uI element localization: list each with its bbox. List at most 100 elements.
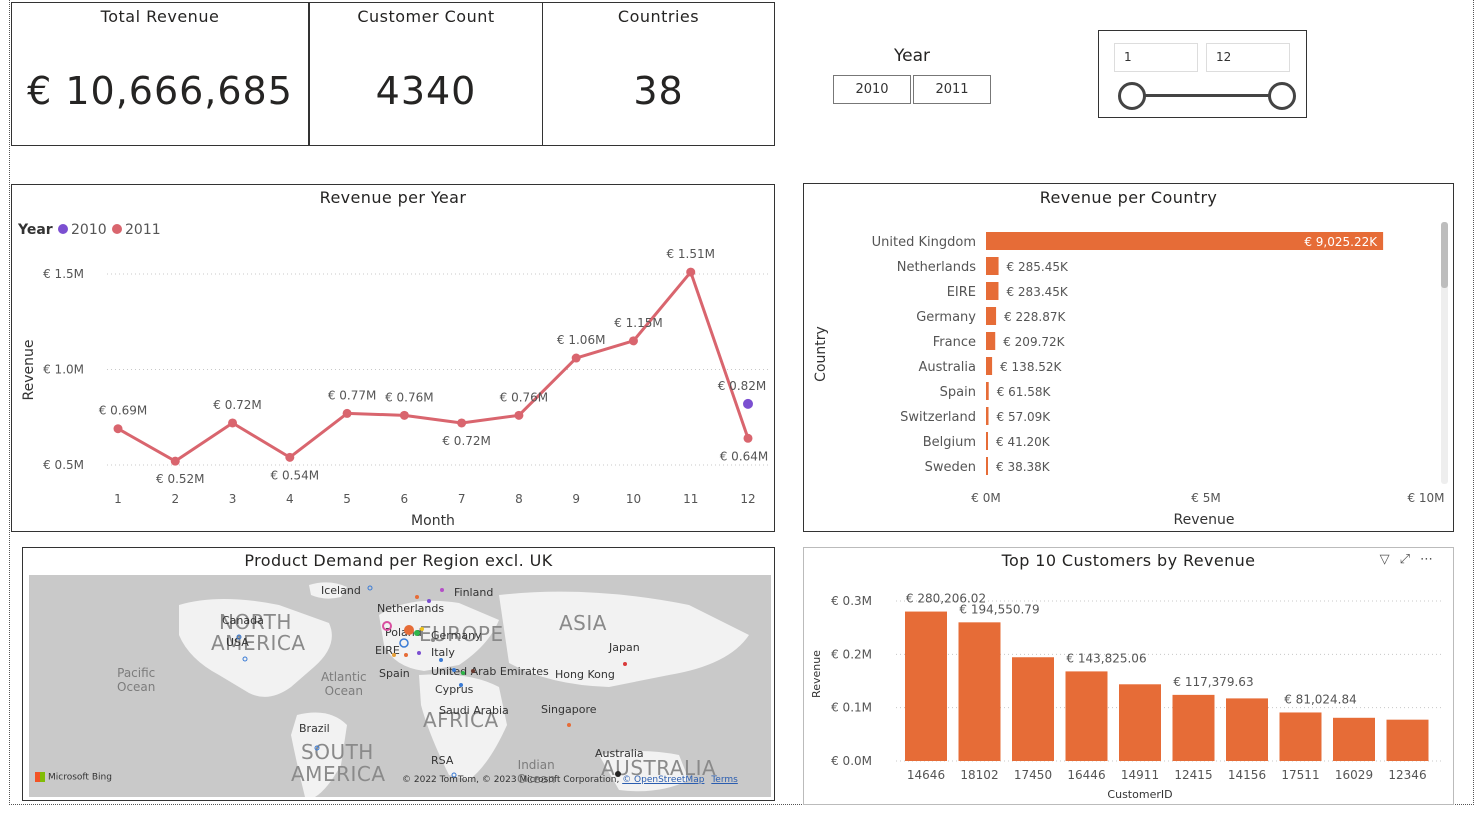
month-min-input[interactable]: 1: [1114, 43, 1198, 72]
y-axis-title: Country: [813, 326, 829, 382]
kpi-title: Total Revenue: [100, 7, 220, 26]
x-tick-label: 16446: [1067, 768, 1105, 782]
customer-bar: [1386, 719, 1429, 761]
customer-bar: [1226, 698, 1268, 761]
y-tick-label: € 1.0M: [43, 363, 84, 377]
kpi-card-total-revenue[interactable]: Total Revenue € 10,666,685: [11, 2, 309, 146]
x-tick-label: 10: [626, 492, 641, 506]
country-bar: [986, 307, 997, 325]
data-label-2011: € 0.76M: [385, 390, 434, 404]
country-bar: [986, 357, 993, 375]
x-tick-label: 4: [286, 492, 294, 506]
data-label: € 209.72K: [1003, 335, 1065, 349]
series-line-2011: [117, 270, 750, 463]
legend-marker-2011: [112, 224, 122, 234]
year-slicer-title: Year: [894, 46, 930, 66]
legend-title: Year: [17, 222, 53, 238]
x-tick-label: 12415: [1174, 768, 1212, 782]
data-label: € 41.20K: [996, 435, 1051, 449]
category-label: United Kingdom: [872, 235, 976, 250]
x-tick-label: 12: [740, 492, 755, 506]
x-axis-title: CustomerID: [1107, 788, 1172, 801]
category-label: Germany: [916, 310, 976, 325]
category-label: Switzerland: [900, 410, 976, 425]
top-customers-visual[interactable]: Top 10 Customers by Revenue ▽⤢⋯ € 0.0M € …: [803, 547, 1454, 805]
category-label: Spain: [940, 385, 976, 400]
kpi-title: Countries: [617, 7, 700, 26]
data-point-2011: [399, 410, 409, 420]
map-credit-text: © 2022 TomTom, © 2023 Microsoft Corporat…: [402, 775, 620, 785]
x-tick-label: 5: [343, 492, 351, 506]
data-point-2011: [571, 353, 581, 363]
x-tick-label: 16029: [1335, 768, 1373, 782]
customer-bar: [1279, 712, 1322, 761]
x-tick-label: 12346: [1388, 768, 1426, 782]
y-tick-label: € 0.5M: [43, 458, 84, 472]
country-bar: [986, 257, 999, 275]
kpi-card-customer-count[interactable]: Customer Count 4340: [309, 2, 543, 146]
year-option-2010[interactable]: 2010: [833, 75, 911, 104]
data-point-2011: [342, 408, 352, 418]
data-label: € 194,550.79: [959, 602, 1039, 616]
data-label-2010: € 0.82M: [718, 379, 767, 393]
country-bar: [986, 432, 988, 450]
data-label-2011: € 1.51M: [666, 247, 715, 261]
slider-min-handle[interactable]: [1118, 82, 1146, 110]
x-tick-label: 7: [458, 492, 466, 506]
x-tick-label: 6: [401, 492, 409, 506]
data-point-2011: [686, 267, 696, 277]
x-tick-label: € 0M: [971, 491, 1000, 505]
year-option-2011[interactable]: 2011: [913, 75, 991, 104]
legend-label-2011: 2011: [125, 222, 161, 238]
data-label-2011: € 1.06M: [557, 333, 606, 347]
chart-title: Product Demand per Region excl. UK: [244, 551, 553, 570]
y-tick-label: € 1.5M: [43, 267, 84, 281]
kpi-card-countries[interactable]: Countries 38: [542, 2, 775, 146]
data-label: € 9,025.22K: [1304, 235, 1378, 249]
y-tick-label: € 0.0M: [831, 754, 872, 768]
product-demand-map-visual[interactable]: Product Demand per Region excl. UK NORTH…: [22, 547, 775, 801]
revenue-per-country-visual[interactable]: Revenue per Country United Kingdom € 9,02…: [803, 183, 1454, 532]
x-tick-label: 17450: [1014, 768, 1052, 782]
map-attribution: © 2022 TomTom, © 2023 Microsoft Corporat…: [402, 775, 738, 785]
slider-track[interactable]: [1129, 94, 1279, 97]
data-label: € 57.09K: [997, 410, 1052, 424]
y-tick-label: € 0.3M: [831, 594, 872, 608]
data-point-2011: [170, 456, 180, 466]
map-canvas[interactable]: NORTH AMERICA SOUTH AMERICA EUROPE ASIA …: [29, 575, 771, 797]
data-label-2011: € 0.52M: [156, 472, 205, 486]
x-tick-label: 14646: [907, 768, 945, 782]
kpi-title: Customer Count: [357, 7, 495, 26]
month-max-input[interactable]: 12: [1206, 43, 1290, 72]
x-tick-label: € 5M: [1191, 491, 1220, 505]
map-markers: [236, 585, 627, 778]
x-tick-label: € 10M: [1407, 491, 1444, 505]
y-axis-title: Revenue: [21, 340, 37, 401]
x-tick-label: 18102: [960, 768, 998, 782]
top-customers-chart: € 0.0M € 0.1M € 0.2M € 0.3M 14646 18102 17450 1…: [810, 592, 1444, 801]
category-label: Australia: [918, 360, 976, 375]
data-label-2011: € 0.54M: [271, 468, 320, 482]
category-label: France: [933, 335, 976, 350]
x-tick-label: 14156: [1228, 768, 1266, 782]
terms-link[interactable]: Terms: [711, 775, 738, 785]
category-label: EIRE: [947, 285, 976, 300]
kpi-value: 4340: [375, 69, 477, 113]
x-tick-label: 9: [572, 492, 580, 506]
data-label-2011: € 0.77M: [328, 388, 377, 402]
slider-max-handle[interactable]: [1268, 82, 1296, 110]
data-label: € 61.58K: [997, 385, 1052, 399]
legend-marker-2010: [58, 224, 68, 234]
data-label: € 283.45K: [1006, 285, 1068, 299]
osm-link[interactable]: © OpenStreetMap: [622, 775, 704, 785]
x-tick-label: 8: [515, 492, 523, 506]
data-point-2011: [285, 452, 295, 462]
data-point-2011: [514, 410, 524, 420]
revenue-per-year-visual[interactable]: Revenue per Year Year 2010 2011 € 0.5M € 1.0…: [11, 184, 775, 532]
x-tick-label: 3: [229, 492, 237, 506]
revenue-per-year-chart: Year 2010 2011€ 0.5M€ 1.0M€ 1.5M1 2 3 4 5 6 7 8 9 1…: [17, 222, 770, 529]
data-label: € 138.52K: [1000, 360, 1062, 374]
data-point-2011: [743, 433, 753, 443]
data-label-2011: € 0.64M: [720, 449, 769, 463]
customer-bar: [1012, 657, 1054, 761]
